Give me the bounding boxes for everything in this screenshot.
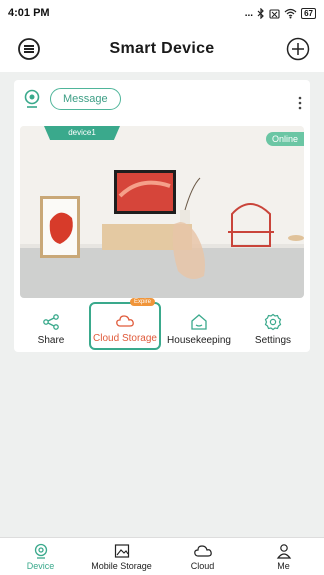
tab-mobile-storage-label: Mobile Storage xyxy=(91,560,152,571)
device-actions: Share Expire Cloud Storage Housekeeping … xyxy=(14,298,310,350)
user-icon xyxy=(276,543,291,559)
online-status-badge: Online xyxy=(265,132,304,146)
tab-cloud[interactable]: Cloud xyxy=(163,543,243,571)
share-icon xyxy=(43,314,59,330)
wifi-icon xyxy=(284,8,297,18)
bluetooth-icon xyxy=(257,7,264,19)
cloud-storage-label: Cloud Storage xyxy=(93,333,157,344)
device-name-tag: device1 xyxy=(44,126,120,140)
cloud-icon xyxy=(193,544,212,557)
status-icons: ... 67 xyxy=(244,7,316,19)
tab-device-label: Device xyxy=(26,560,55,571)
battery-indicator: 67 xyxy=(301,7,316,19)
camera-preview[interactable]: device1 Online xyxy=(20,126,304,298)
status-time: 4:01 PM xyxy=(8,7,50,19)
app-header: Smart Device xyxy=(0,26,324,72)
add-device-icon[interactable] xyxy=(286,37,310,61)
tab-device[interactable]: Device xyxy=(1,543,81,571)
home-icon xyxy=(191,314,207,330)
expire-badge: Expire xyxy=(129,298,155,306)
housekeeping-label: Housekeeping xyxy=(167,335,231,346)
gear-icon xyxy=(264,313,282,331)
settings-button[interactable]: Settings xyxy=(237,313,309,350)
settings-label: Settings xyxy=(254,335,292,346)
cloud-storage-button[interactable]: Expire Cloud Storage xyxy=(89,298,161,350)
device-card: Message device1 Online Share Expire Clou… xyxy=(14,80,310,352)
tab-me[interactable]: Me xyxy=(244,543,324,571)
storage-icon[interactable] xyxy=(18,38,40,60)
message-button[interactable]: Message xyxy=(50,88,121,110)
image-icon xyxy=(114,543,129,558)
signal-off-icon xyxy=(269,8,280,19)
signal-dots: ... xyxy=(244,7,254,19)
housekeeping-button[interactable]: Housekeeping xyxy=(163,313,235,350)
share-button[interactable]: Share xyxy=(15,313,87,350)
tab-cloud-label: Cloud xyxy=(190,560,215,571)
camera-icon xyxy=(24,89,40,108)
status-bar: 4:01 PM ... 67 xyxy=(0,0,324,26)
cloud-icon xyxy=(116,315,134,327)
share-label: Share xyxy=(37,335,65,346)
bottom-tab-bar: Device Mobile Storage Cloud Me xyxy=(0,537,324,575)
room-preview-image xyxy=(20,126,304,298)
more-options-icon[interactable] xyxy=(298,96,302,110)
page-title: Smart Device xyxy=(109,40,215,57)
tab-me-label: Me xyxy=(277,560,290,571)
device-card-header: Message xyxy=(22,88,121,110)
tab-mobile-storage[interactable]: Mobile Storage xyxy=(82,543,162,571)
camera-icon xyxy=(34,543,47,559)
